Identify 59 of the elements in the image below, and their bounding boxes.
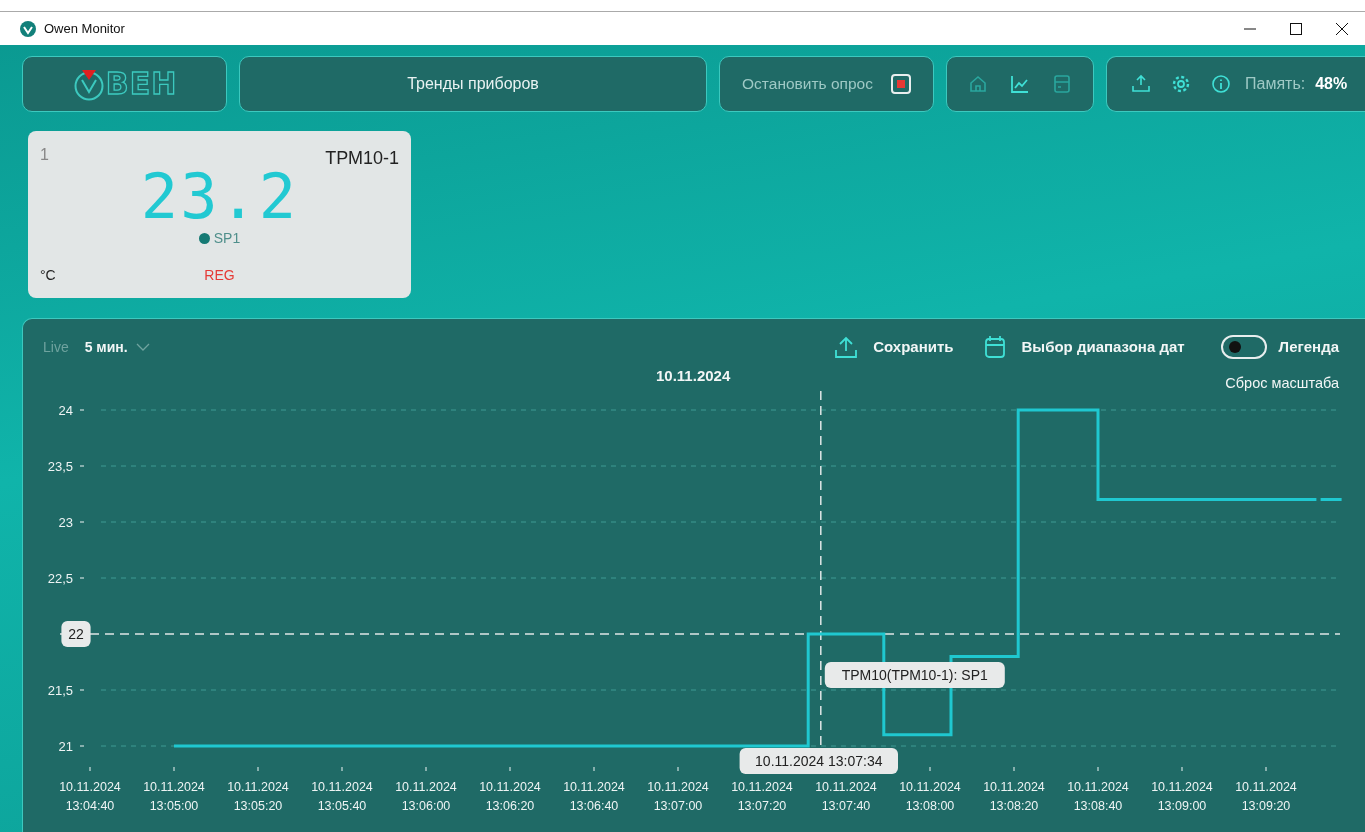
period-dropdown[interactable]: 5 мин. [84,336,150,358]
y-axis-label: 21,5 [47,683,73,698]
y-axis-label: 24 [58,403,73,418]
x-axis-label: 10.11.2024 13:07:00 [647,780,709,813]
upload-icon[interactable] [1131,74,1151,94]
x-axis-label: 10.11.2024 13:06:00 [395,780,457,813]
x-axis-label: 10.11.2024 13:06:20 [479,780,541,813]
mode-label: REG [203,266,236,285]
reset-zoom-button[interactable]: Сброс масштаба [1225,373,1339,395]
y-axis-label: 21 [58,739,73,754]
unit-label: °C [40,266,56,285]
memory-label: Память: [1245,74,1306,94]
value-marker-label: 22 [61,621,91,647]
channel-label: SP1 [213,229,241,248]
chart-title: 10.11.2024 [656,366,731,386]
legend-label: Легенда [1278,336,1339,357]
maximize-icon[interactable] [1290,22,1302,35]
window-title: Owen Monitor [44,19,125,38]
device-icon[interactable] [1052,74,1072,94]
y-axis-label: 22,5 [47,571,73,586]
stop-polling-button[interactable]: Остановить опрос [719,56,934,112]
app-icon [20,20,36,37]
legend-toggle[interactable] [1220,335,1267,359]
logo-text: ВЕН [105,69,178,99]
x-axis-label: 10.11.2024 13:05:00 [143,780,205,813]
upload-icon [835,336,858,358]
y-axis-label: 23 [58,515,73,530]
series-label: ТРМ10(ТРМ10-1): SP1 [841,667,988,683]
close-icon[interactable] [1336,22,1348,35]
status-dot-icon [198,233,210,244]
x-axis-label: 10.11.2024 13:09:00 [1151,780,1213,813]
x-axis-label: 10.11.2024 13:06:40 [563,780,625,813]
home-icon[interactable] [968,74,988,94]
date-range-button[interactable]: Выбор диапазона дат [983,335,1185,359]
line-chart-icon[interactable] [1010,74,1030,94]
x-axis-label: 10.11.2024 13:08:40 [1067,780,1129,813]
series-tooltip: ТРМ10(ТРМ10-1): SP1 [824,662,1005,688]
x-axis-label: 10.11.2024 13:07:40 [815,780,877,813]
x-axis-label: 10.11.2024 13:08:00 [899,780,961,813]
x-axis-label: 10.11.2024 13:04:40 [59,780,121,813]
ref-line-label: 10.11.2024 13:07:34 [755,753,883,769]
x-axis-label: 10.11.2024 13:05:40 [311,780,373,813]
memory-value: 48% [1315,74,1348,94]
settings-icon[interactable] [1171,74,1191,94]
x-axis-label: 10.11.2024 13:05:20 [227,780,289,813]
caret-icon [135,343,150,351]
device-name: ТРМ10-1 [325,147,399,170]
temperature-reading: 23.2 [140,166,299,228]
ref-line-label: 22 [68,626,84,642]
page-title-panel: Тренды приборов [239,56,707,112]
y-axis-label: 23,5 [47,459,73,474]
save-button[interactable]: Сохранить [835,335,954,359]
x-axis-label: 10.11.2024 13:08:20 [983,780,1045,813]
calendar-icon [983,335,1006,359]
info-icon[interactable] [1211,74,1231,94]
x-axis-label: 10.11.2024 13:07:20 [731,780,793,813]
x-axis-label: 10.11.2024 13:09:20 [1235,780,1297,813]
device-number: 1 [40,145,49,165]
time-tooltip: 10.11.2024 13:07:34 [739,748,898,774]
